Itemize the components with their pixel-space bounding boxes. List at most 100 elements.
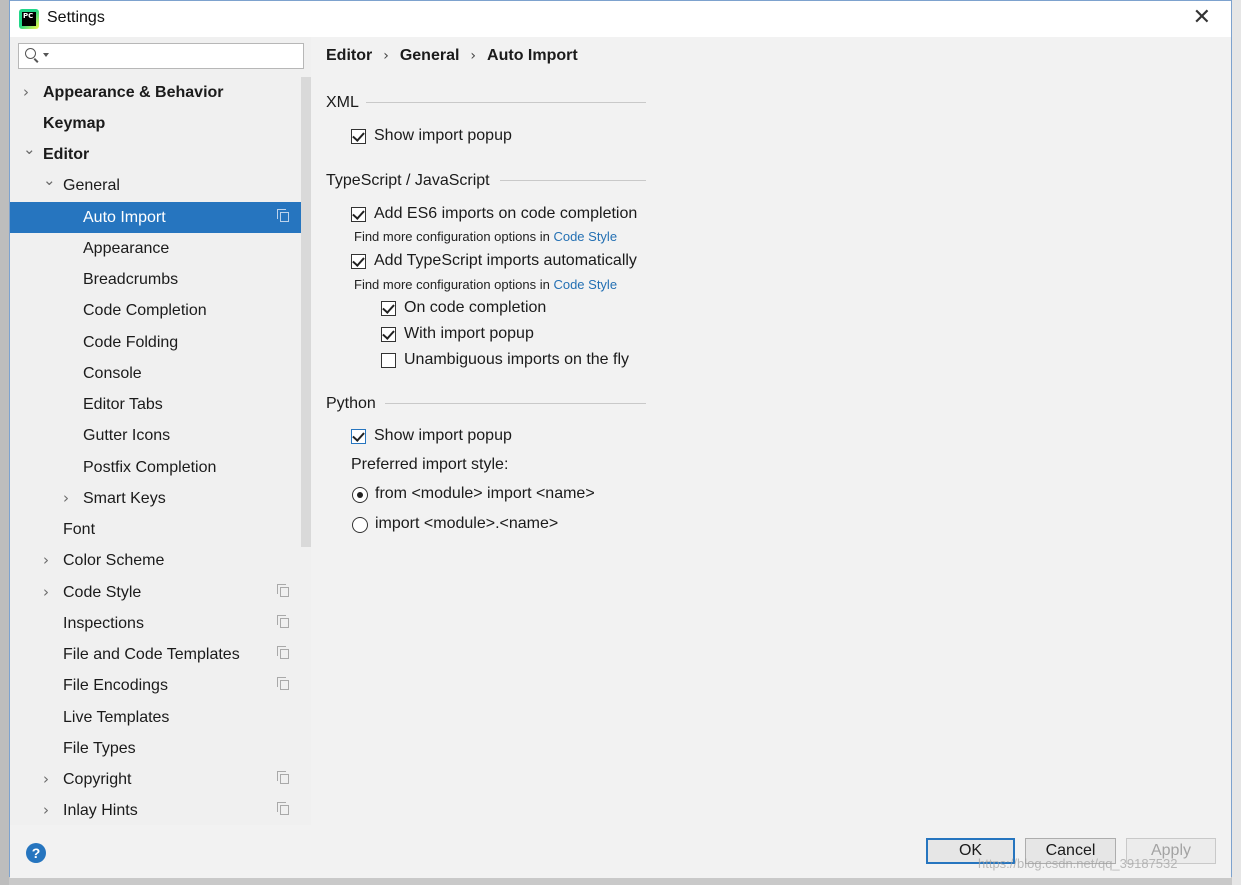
background-app-strip <box>0 0 9 885</box>
sidebar-item-breadcrumbs[interactable]: Breadcrumbs <box>10 264 311 295</box>
sidebar-item-label: Keymap <box>43 115 106 132</box>
sidebar-scrollbar[interactable] <box>301 77 311 547</box>
checkbox-label: Unambiguous imports on the fly <box>404 351 629 368</box>
sidebar-item-label: Editor Tabs <box>83 396 163 413</box>
checkbox-label: Show import popup <box>374 427 512 444</box>
check-icon <box>352 129 365 142</box>
chevron-down-icon[interactable]: ⌄ <box>23 134 36 165</box>
search-input[interactable] <box>18 43 304 69</box>
chevron-right-icon[interactable]: › <box>63 483 69 514</box>
settings-dialog: PC Settings ✕ › Appearance & Behavior Keym… <box>9 0 1232 878</box>
sidebar-item-console[interactable]: Console <box>10 358 311 389</box>
sidebar-item-inspections[interactable]: Inspections <box>10 608 311 639</box>
settings-sidebar: › Appearance & Behavior Keymap ⌄ Editor ⌄ Gene… <box>10 37 311 825</box>
sidebar-item-label: Code Completion <box>83 302 207 319</box>
checkbox-box <box>351 254 366 269</box>
title-bar: PC Settings ✕ <box>10 1 1231 37</box>
sidebar-item-inlay-hints[interactable]: › Inlay Hints <box>10 795 311 826</box>
checkbox-label: Add TypeScript imports automatically <box>374 252 637 269</box>
chevron-right-icon[interactable]: › <box>43 577 49 608</box>
checkbox-box <box>381 327 396 342</box>
sidebar-item-code-completion[interactable]: Code Completion <box>10 295 311 326</box>
hint-text: Find more configuration options in Code … <box>354 229 617 244</box>
sidebar-item-code-style[interactable]: › Code Style <box>10 577 311 608</box>
sidebar-item-auto-import[interactable]: Auto Import <box>10 202 311 233</box>
sidebar-item-keymap[interactable]: Keymap <box>10 108 311 139</box>
section-title-xml: XML <box>326 94 359 111</box>
radio-label: import <module>.<name> <box>375 515 559 532</box>
window-title: Settings <box>47 9 105 26</box>
radio-dot <box>357 492 363 498</box>
project-scope-copy-icon <box>277 584 289 597</box>
checkbox-label: With import popup <box>404 325 534 342</box>
sidebar-item-label: Smart Keys <box>83 490 166 507</box>
sidebar-item-label: File Encodings <box>63 677 168 694</box>
section-title-python: Python <box>326 395 376 412</box>
project-scope-copy-icon <box>277 615 289 628</box>
check-icon <box>352 429 365 442</box>
search-icon <box>25 48 36 59</box>
hint-prefix: Find more configuration options in <box>354 277 554 292</box>
sidebar-item-label: Postfix Completion <box>83 459 217 476</box>
checkbox-box <box>381 301 396 316</box>
section-divider <box>385 403 646 404</box>
sidebar-item-smart-keys[interactable]: › Smart Keys <box>10 483 311 514</box>
sidebar-item-postfix-completion[interactable]: Postfix Completion <box>10 452 311 483</box>
sidebar-item-label: Color Scheme <box>63 552 165 569</box>
sidebar-item-label: Copyright <box>63 771 132 788</box>
sidebar-item-file-and-code-templates[interactable]: File and Code Templates <box>10 639 311 670</box>
sidebar-item-live-templates[interactable]: Live Templates <box>10 702 311 733</box>
chevron-right-icon[interactable]: › <box>43 545 49 576</box>
sidebar-item-appearance[interactable]: Appearance <box>10 233 311 264</box>
chevron-right-icon[interactable]: › <box>43 795 49 826</box>
sidebar-item-copyright[interactable]: › Copyright <box>10 764 311 795</box>
sidebar-item-label: Breadcrumbs <box>83 271 179 288</box>
sidebar-item-color-scheme[interactable]: › Color Scheme <box>10 545 311 576</box>
sidebar-item-gutter-icons[interactable]: Gutter Icons <box>10 420 311 451</box>
sidebar-item-general[interactable]: ⌄ General <box>10 170 311 201</box>
sidebar-item-label: Appearance <box>83 240 170 257</box>
section-title-typescript: TypeScript / JavaScript <box>326 172 490 189</box>
sidebar-item-font[interactable]: Font <box>10 514 311 545</box>
code-style-link[interactable]: Code Style <box>553 229 617 244</box>
hint-prefix: Find more configuration options in <box>354 229 554 244</box>
background-app-strip-right <box>1232 0 1241 885</box>
sidebar-item-label: Inspections <box>63 615 144 632</box>
sidebar-item-label: Gutter Icons <box>83 427 171 444</box>
app-icon-text: PC <box>22 12 36 26</box>
search-history-caret-icon[interactable] <box>43 53 49 57</box>
checkbox-label: On code completion <box>404 299 547 316</box>
breadcrumb-editor[interactable]: Editor <box>326 47 372 64</box>
sidebar-item-editor-tabs[interactable]: Editor Tabs <box>10 389 311 420</box>
sidebar-item-label: Live Templates <box>63 709 170 726</box>
sidebar-item-appearance-behavior[interactable]: › Appearance & Behavior <box>10 77 311 108</box>
radio-label: from <module> import <name> <box>375 485 595 502</box>
check-icon <box>382 327 395 340</box>
project-scope-copy-icon <box>277 677 289 690</box>
project-scope-copy-icon <box>277 771 289 784</box>
help-icon[interactable]: ? <box>26 843 46 863</box>
breadcrumb-auto-import: Auto Import <box>487 47 578 64</box>
project-scope-copy-icon <box>277 802 289 815</box>
code-style-link[interactable]: Code Style <box>553 277 617 292</box>
sidebar-item-file-types[interactable]: File Types <box>10 733 311 764</box>
checkbox-box <box>351 129 366 144</box>
sidebar-item-label: Auto Import <box>83 209 166 226</box>
hint-text: Find more configuration options in Code … <box>354 277 617 292</box>
sidebar-item-code-folding[interactable]: Code Folding <box>10 327 311 358</box>
check-icon <box>352 254 365 267</box>
section-divider <box>366 102 646 103</box>
chevron-right-icon[interactable]: › <box>23 77 29 108</box>
watermark-text: https://blog.csdn.net/qq_39187532 <box>978 856 1178 871</box>
pycharm-app-icon: PC <box>19 9 39 29</box>
section-divider <box>500 180 646 181</box>
sidebar-item-label: File Types <box>63 740 136 757</box>
checkbox-box <box>381 353 396 368</box>
chevron-down-icon[interactable]: ⌄ <box>43 165 56 196</box>
sidebar-item-label: Appearance & Behavior <box>43 84 224 101</box>
checkbox-box <box>351 429 366 444</box>
chevron-right-icon[interactable]: › <box>43 764 49 795</box>
breadcrumb-general[interactable]: General <box>400 47 460 64</box>
sidebar-item-file-encodings[interactable]: File Encodings <box>10 670 311 701</box>
close-icon[interactable]: ✕ <box>1193 5 1211 30</box>
